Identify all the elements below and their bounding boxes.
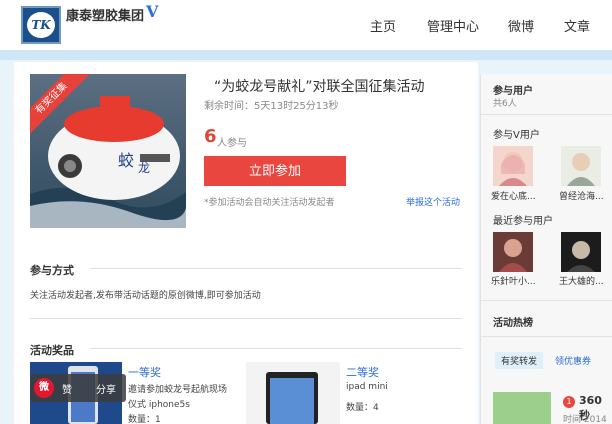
sidebar-divider <box>481 300 612 301</box>
header-strip <box>0 50 612 60</box>
hot-item-thumbnail[interactable] <box>493 392 551 424</box>
sidebar-divider <box>481 114 612 115</box>
prize-second-name[interactable]: 二等奖 <box>346 364 379 380</box>
activity-poster[interactable]: 蛟 龙 有奖征集 <box>30 74 186 228</box>
hot-item-time: 时间 2014年 <box>563 415 607 424</box>
svg-text:蛟: 蛟 <box>118 151 134 170</box>
method-divider <box>90 268 462 269</box>
prize-first-qty: 数量：1 <box>128 415 161 424</box>
prize-second-qty: 数量：4 <box>346 403 379 413</box>
logo-mark: TK <box>27 12 55 38</box>
participants-count: 共6人 <box>493 99 517 109</box>
join-note: *参加活动会自动关注活动发起者 <box>204 198 335 208</box>
participant-count-label: 人参与 <box>217 138 247 149</box>
share-button[interactable]: 分享 <box>96 381 116 396</box>
share-bar: 微 赞 分享 <box>30 374 126 402</box>
participant-count: 6 <box>204 126 217 147</box>
rank-badge: 1 <box>563 396 575 408</box>
hot-title: 活动热榜 <box>493 318 533 329</box>
method-title: 参与方式 <box>30 264 74 277</box>
activity-title: “为蛟龙号献礼”对联全国征集活动 <box>214 79 425 95</box>
avatar[interactable] <box>493 232 533 272</box>
sidebar-divider <box>481 336 612 337</box>
tab-reward-repost[interactable]: 有奖转发 <box>495 352 544 369</box>
nav-articles[interactable]: 文章 <box>564 16 590 35</box>
nav-home[interactable]: 主页 <box>370 16 396 35</box>
avatar[interactable] <box>561 232 601 272</box>
prize-image-second[interactable] <box>246 362 340 424</box>
recent-user-name[interactable]: 乐針叶小... <box>491 274 536 287</box>
top-header: TK 康泰塑胶集团 V 主页 管理中心 微博 文章 <box>0 0 612 50</box>
org-name[interactable]: 康泰塑胶集团 <box>66 5 144 24</box>
nav-admin[interactable]: 管理中心 <box>427 16 479 35</box>
prizes-divider <box>90 348 462 349</box>
org-logo[interactable]: TK <box>21 6 61 44</box>
section-divider <box>30 318 462 319</box>
v-user-name[interactable]: 曾经沧海... <box>559 189 604 202</box>
prize-first-item: 仪式 iphone5s <box>128 400 190 410</box>
join-button[interactable]: 立即参加 <box>204 156 346 186</box>
report-link[interactable]: 举报这个活动 <box>406 195 460 208</box>
weibo-icon[interactable]: 微 <box>34 378 54 398</box>
prize-first-desc: 邀请参加蛟龙号起航现场 <box>128 385 228 395</box>
verified-badge-icon: V <box>146 2 159 21</box>
recent-users-title: 最近参与用户 <box>493 216 553 227</box>
avatar[interactable] <box>561 146 601 186</box>
avatar[interactable] <box>493 146 533 186</box>
prize-second-item: ipad mini <box>346 382 388 392</box>
remaining-time: 剩余时间：5天13时25分13秒 <box>204 101 339 112</box>
avatar-image <box>567 241 595 272</box>
activity-sidebar: 参与用户 共6人 参与V用户 爱在心底... 曾经沧海... 最近参与用户 乐針… <box>480 74 612 424</box>
nav-weibo[interactable]: 微博 <box>508 16 534 35</box>
avatar-image <box>499 152 527 186</box>
v-users-title: 参与V用户 <box>493 130 540 141</box>
avatar-image <box>499 239 527 272</box>
tablet-image <box>266 372 318 424</box>
svg-text:龙: 龙 <box>138 161 150 175</box>
like-button[interactable]: 赞 <box>62 381 72 396</box>
activity-main: 蛟 龙 有奖征集 “为蛟龙号献礼”对联全国征集活动 剩余时间：5天13时25分1… <box>14 62 478 424</box>
prize-first-name[interactable]: 一等奖 <box>128 364 161 380</box>
tab-coupons[interactable]: 领优惠券 <box>555 354 591 367</box>
v-user-name[interactable]: 爱在心底... <box>491 189 536 202</box>
method-text: 关注活动发起者,发布带活动话题的原创微博,即可参加活动 <box>30 291 261 301</box>
participants-title: 参与用户 <box>493 86 533 97</box>
prizes-title: 活动奖品 <box>30 344 74 357</box>
avatar-image <box>567 153 595 186</box>
recent-user-name[interactable]: 王大雄的... <box>559 274 604 287</box>
